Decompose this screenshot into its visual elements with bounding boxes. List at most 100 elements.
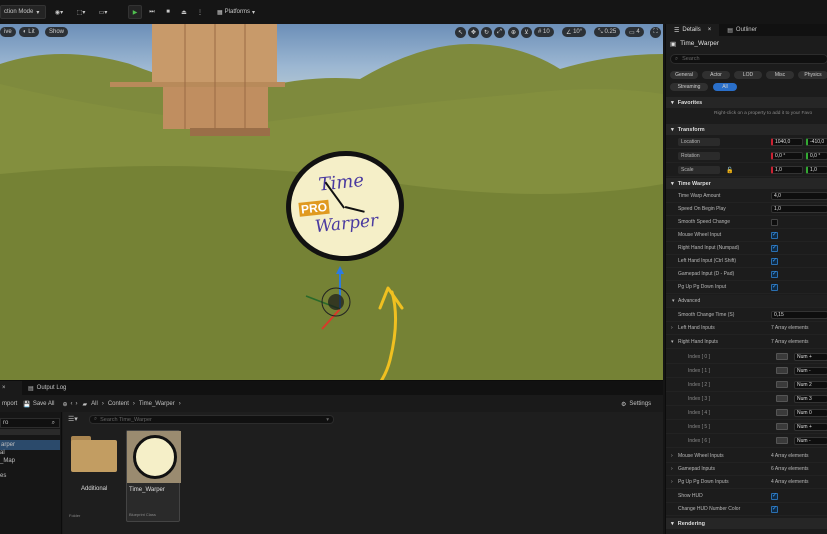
- key-dropdown[interactable]: Num 0: [794, 408, 827, 417]
- time-warp-amount-field[interactable]: 4,0: [771, 192, 827, 200]
- section-rendering[interactable]: ▾ Rendering: [666, 518, 827, 529]
- filter-icon[interactable]: ☰▾: [68, 415, 78, 423]
- right-hand-inputs-row[interactable]: ▾ Right Hand Inputs 7 Array elements: [666, 336, 827, 349]
- scale-x-field[interactable]: 1,0: [771, 166, 803, 174]
- asset-tile-time-warper[interactable]: Time_Warper Blueprint Class: [126, 430, 181, 522]
- level-viewport[interactable]: Time PRO Warper ive ◐ Lit Show ↖ ✥ ↻ ⤢ ⊕…: [0, 24, 663, 380]
- asset-tile-folder[interactable]: Additional Folder: [67, 430, 121, 522]
- key-dropdown[interactable]: Num 3: [794, 394, 827, 403]
- smooth-change-time-field[interactable]: 0,15: [771, 311, 827, 319]
- lock-icon[interactable]: 🔓: [726, 167, 733, 174]
- rotation-x-field[interactable]: 0,0 °: [771, 152, 803, 160]
- content-browser-sources: ro ⌕ arper al _Map es: [0, 412, 62, 534]
- advanced-row[interactable]: ▾ Advanced: [666, 295, 827, 308]
- blueprint-icon[interactable]: ⬚▾: [72, 5, 90, 19]
- filter-general[interactable]: General: [670, 71, 698, 79]
- rotation-dropdown[interactable]: Rotation: [678, 152, 720, 160]
- history-back-icon[interactable]: ⊕: [63, 401, 68, 408]
- lit-button[interactable]: ◐ Lit: [19, 27, 39, 37]
- section-transform[interactable]: ▾ Transform: [666, 124, 827, 135]
- breadcrumb-content[interactable]: Content: [108, 401, 129, 407]
- rotate-mode-icon[interactable]: ↻: [481, 27, 492, 38]
- scale-dropdown[interactable]: Scale: [678, 166, 720, 174]
- eject-icon[interactable]: ⏏: [178, 5, 190, 19]
- surface-snap-icon[interactable]: ⊻: [521, 27, 532, 38]
- tab-output-log[interactable]: ▤ Output Log: [22, 385, 72, 392]
- key-dropdown[interactable]: Num 2: [794, 380, 827, 389]
- more-play-options-icon[interactable]: ⋮: [194, 5, 206, 19]
- world-space-icon[interactable]: ⊕: [508, 27, 519, 38]
- perspective-button[interactable]: ive: [0, 27, 16, 37]
- smooth-speed-change-checkbox[interactable]: [771, 218, 778, 226]
- back-icon[interactable]: ‹: [71, 401, 73, 407]
- mouse-wheel-inputs-row[interactable]: › Mouse Wheel Inputs 4 Array elements: [666, 450, 827, 463]
- right-hand-input-checkbox[interactable]: ✓: [771, 244, 778, 252]
- settings-button[interactable]: ⚙ Settings: [621, 401, 651, 408]
- asset-search-input[interactable]: ⌕ Search Time_Warper ▾: [89, 415, 334, 424]
- save-all-button[interactable]: 💾 Save All: [19, 401, 58, 408]
- sources-search-input[interactable]: ro ⌕: [0, 418, 60, 428]
- tab-outliner[interactable]: ▤ Outliner: [719, 24, 765, 36]
- mouse-wheel-input-checkbox[interactable]: ✓: [771, 231, 778, 239]
- step-icon[interactable]: ⏭: [146, 5, 158, 19]
- tree-item[interactable]: al: [0, 450, 5, 456]
- key-dropdown[interactable]: Num -: [794, 436, 827, 445]
- filter-actor[interactable]: Actor: [702, 71, 730, 79]
- filter-misc[interactable]: Misc: [766, 71, 794, 79]
- close-icon[interactable]: ×: [2, 385, 6, 391]
- filter-streaming[interactable]: Streaming: [670, 83, 708, 91]
- details-search-input[interactable]: ⌕ Search: [670, 54, 827, 64]
- filter-lod[interactable]: LOD: [734, 71, 762, 79]
- gamepad-inputs-row[interactable]: › Gamepad Inputs 6 Array elements: [666, 463, 827, 476]
- scale-y-field[interactable]: 1,0: [806, 166, 827, 174]
- rotation-snap-button[interactable]: ∠ 10°: [562, 27, 587, 37]
- breadcrumb-all[interactable]: All: [91, 401, 98, 407]
- tab-content-browser[interactable]: ×: [0, 381, 22, 395]
- breadcrumb-time-warper[interactable]: Time_Warper: [139, 401, 175, 407]
- platforms-button[interactable]: ▦ Platforms ▾: [210, 5, 262, 19]
- filter-physics[interactable]: Physics: [798, 71, 827, 79]
- mode-dropdown[interactable]: ction Mode ▾: [0, 5, 46, 19]
- scale-mode-icon[interactable]: ⤢: [494, 27, 505, 38]
- show-hud-checkbox[interactable]: ✓: [771, 492, 778, 500]
- rotation-y-field[interactable]: 0,0 °: [806, 152, 827, 160]
- close-icon[interactable]: ×: [708, 27, 712, 33]
- tab-details[interactable]: ☰ Details ×: [666, 24, 720, 36]
- section-time-warper[interactable]: ▾ Time Warper: [666, 178, 827, 189]
- key-dropdown[interactable]: Num +: [794, 422, 827, 431]
- show-button[interactable]: Show: [45, 27, 69, 37]
- location-y-field[interactable]: -410,0: [806, 138, 827, 146]
- section-favorites[interactable]: ▾ Favorites: [666, 97, 827, 108]
- tree-item[interactable]: es: [0, 473, 6, 479]
- grid-snap-button[interactable]: # 10: [534, 27, 554, 37]
- left-hand-inputs-row[interactable]: › Left Hand Inputs 7 Array elements: [666, 322, 827, 335]
- chevron-right-icon: ›: [671, 325, 673, 331]
- forward-icon[interactable]: ›: [76, 401, 78, 407]
- tree-item[interactable]: _Map: [0, 458, 15, 464]
- import-button[interactable]: mport: [0, 401, 19, 407]
- index-row: Index [ 1 ] Num -: [666, 364, 827, 378]
- cinematics-icon[interactable]: ▭▾: [94, 5, 112, 19]
- change-hud-color-checkbox[interactable]: ✓: [771, 505, 778, 513]
- camera-speed-button[interactable]: ▭ 4: [625, 27, 644, 37]
- translate-mode-icon[interactable]: ✥: [468, 27, 479, 38]
- location-x-field[interactable]: 1040,0: [771, 138, 803, 146]
- key-dropdown[interactable]: Num -: [794, 366, 827, 375]
- tree-item[interactable]: arper: [0, 440, 60, 450]
- clock-hand: [344, 206, 365, 213]
- filter-all[interactable]: All: [713, 83, 737, 91]
- scale-snap-button[interactable]: ⤡ 0.25: [594, 27, 621, 37]
- index-label: Index [ 3 ]: [688, 395, 710, 402]
- select-mode-icon[interactable]: ↖: [455, 27, 466, 38]
- play-icon[interactable]: ▶: [128, 5, 142, 19]
- stop-icon[interactable]: ■: [162, 5, 174, 19]
- left-hand-input-checkbox[interactable]: ✓: [771, 257, 778, 265]
- speed-on-begin-play-field[interactable]: 1,0: [771, 205, 827, 213]
- key-dropdown[interactable]: Num +: [794, 352, 827, 361]
- pg-up-pg-down-inputs-row[interactable]: › Pg Up Pg Down Inputs 4 Array elements: [666, 476, 827, 489]
- maximize-viewport-icon[interactable]: ⛶: [650, 27, 661, 38]
- gamepad-input-checkbox[interactable]: ✓: [771, 270, 778, 278]
- location-dropdown[interactable]: Location: [678, 138, 720, 146]
- pg-up-pg-down-checkbox[interactable]: ✓: [771, 283, 778, 291]
- add-actor-icon[interactable]: ◉▾: [50, 5, 68, 19]
